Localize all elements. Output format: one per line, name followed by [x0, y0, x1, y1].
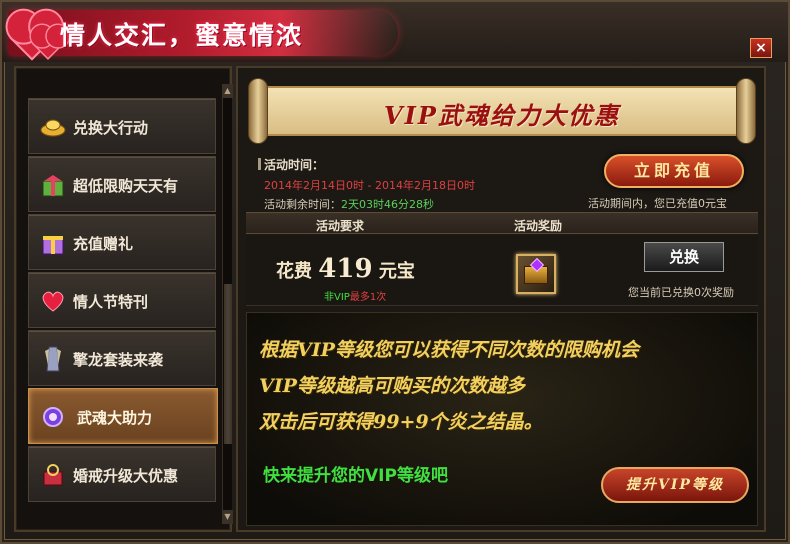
sidebar-item-label: 擎龙套装来袭: [73, 351, 164, 369]
gift-box-icon: [39, 171, 67, 199]
cost-amount: 419: [318, 254, 373, 284]
sidebar-scrollbar[interactable]: ▲ ▼: [222, 84, 233, 524]
event-window: 情人交汇，蜜意情浓 × 兑换大行动 超低限购天天有 充值赠礼 情人节特刊 擎龙套…: [0, 0, 790, 544]
exchange-button[interactable]: 兑换: [644, 242, 724, 272]
event-time-range: 2014年2月14日0时 - 2014年2月18日0时: [264, 179, 475, 192]
spirit-orb-icon: [39, 403, 67, 431]
scroll-thumb[interactable]: [224, 284, 232, 444]
cost-suffix: 元宝: [378, 261, 415, 282]
event-panel: VIP武魂给力大优惠 活动时间： 2014年2月14日0时 - 2014年2月1…: [236, 66, 766, 532]
scroll-up-icon[interactable]: ▲: [222, 84, 233, 98]
scroll-down-icon[interactable]: ▼: [222, 510, 233, 524]
event-banner: VIP武魂给力大优惠: [246, 76, 758, 146]
sidebar-item-dragon-set[interactable]: 擎龙套装来袭: [28, 330, 216, 386]
limit-vip-label: 非VIP: [324, 292, 350, 303]
ring-box-icon: [39, 461, 67, 489]
cost-prefix: 花费: [276, 261, 312, 282]
heart-icon: [39, 287, 67, 315]
treasure-chest-icon[interactable]: [516, 254, 556, 294]
sidebar: 兑换大行动 超低限购天天有 充值赠礼 情人节特刊 擎龙套装来袭 武魂大助力 婚戒…: [14, 66, 233, 532]
sidebar-item-exchange[interactable]: 兑换大行动: [28, 98, 216, 154]
sidebar-item-label: 兑换大行动: [73, 119, 149, 137]
description-line: 根据VIP等级您可以获得不同次数的限购机会: [259, 339, 639, 361]
section-marker: [258, 158, 261, 170]
event-time-block: 活动时间： 2014年2月14日0时 - 2014年2月18日0时 活动剩余时间…: [264, 156, 475, 212]
table-row: 花费 419 元宝 非VIP最多1次 兑换 您当前已兑换0次奖励: [246, 236, 758, 306]
recharge-now-button[interactable]: 立即充值: [604, 154, 744, 188]
titlebar: 情人交汇，蜜意情浓 ×: [2, 2, 788, 62]
description-box: 根据VIP等级您可以获得不同次数的限购机会 VIP等级越高可购买的次数越多 双击…: [246, 312, 758, 526]
header-reward: 活动奖励: [514, 219, 563, 233]
description-line: VIP等级越高可购买的次数越多: [259, 375, 525, 397]
sidebar-item-recharge-gift[interactable]: 充值赠礼: [28, 214, 216, 270]
remaining-value: 2天03时46分28秒: [341, 198, 434, 211]
banner-title: VIP武魂给力大优惠: [384, 101, 620, 130]
vip-call-to-action: 快来提升您的VIP等级吧: [263, 466, 448, 486]
window-title: 情人交汇，蜜意情浓: [60, 21, 304, 50]
sidebar-item-label: 武魂大助力: [77, 409, 153, 427]
event-time-title: 活动时间：: [264, 158, 325, 172]
sidebar-item-label: 情人节特刊: [73, 293, 149, 311]
sidebar-item-label: 婚戒升级大优惠: [73, 467, 179, 485]
sidebar-item-label: 超低限购天天有: [73, 177, 179, 195]
sidebar-item-label: 充值赠礼: [73, 235, 134, 253]
upgrade-vip-button[interactable]: 提升VIP等级: [601, 467, 749, 503]
limit-count: 最多1次: [349, 292, 387, 303]
description-line: 双击后可获得99+9个炎之结晶。: [259, 411, 543, 433]
remaining-label: 活动剩余时间：: [264, 198, 341, 211]
recharged-amount-note: 活动期间内，您已充值0元宝: [588, 197, 727, 210]
sidebar-item-spirit-boost[interactable]: 武魂大助力: [28, 388, 218, 444]
gold-ingot-icon: [39, 113, 67, 141]
exchanged-count-note: 您当前已兑换0次奖励: [628, 286, 734, 299]
table-header: 活动要求 活动奖励: [246, 212, 758, 234]
cost-requirement: 花费 419 元宝: [276, 254, 415, 284]
sidebar-item-ring-upgrade[interactable]: 婚戒升级大优惠: [28, 446, 216, 502]
sidebar-item-daily-limited[interactable]: 超低限购天天有: [28, 156, 216, 212]
header-requirement: 活动要求: [316, 219, 365, 233]
close-button[interactable]: ×: [750, 38, 772, 58]
armor-icon: [39, 345, 67, 373]
sidebar-item-valentine[interactable]: 情人节特刊: [28, 272, 216, 328]
gift-icon: [39, 229, 67, 257]
event-remaining-time: 活动剩余时间：2天03时46分28秒: [264, 196, 475, 212]
purchase-limit: 非VIP最多1次: [324, 288, 386, 303]
